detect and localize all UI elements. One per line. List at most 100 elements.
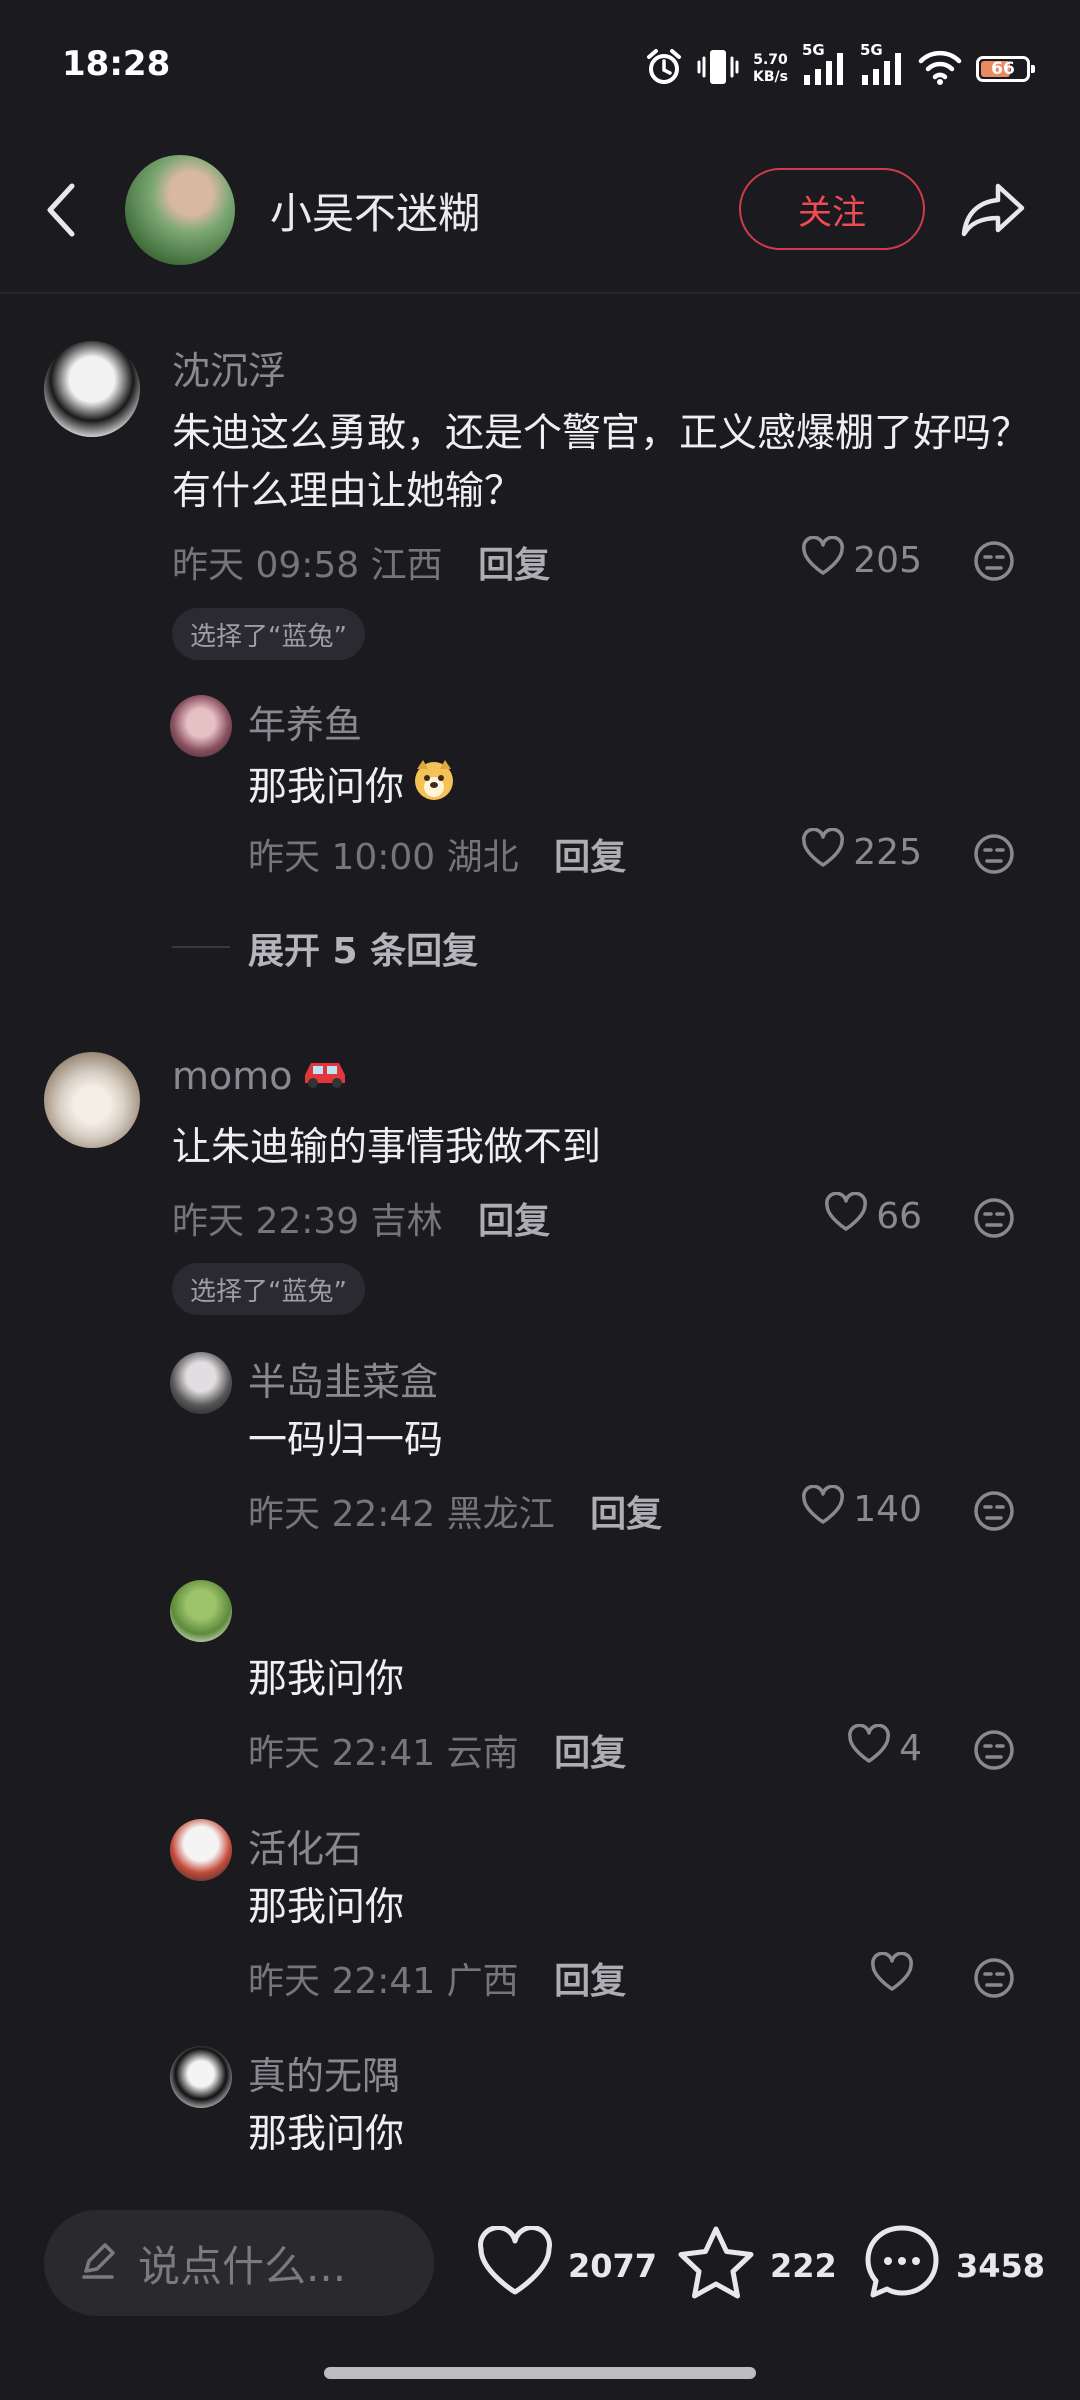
- reply-text[interactable]: 一码归一码: [248, 1412, 443, 1470]
- avatar[interactable]: [170, 695, 232, 757]
- share-icon[interactable]: [958, 174, 1028, 244]
- like-count: 4: [899, 1728, 922, 1769]
- reply-time: 昨天 22:41: [248, 1961, 436, 2002]
- star-icon: [676, 2224, 756, 2308]
- heart-icon: [801, 827, 845, 877]
- net-speed: 5.70 KB/s: [753, 52, 788, 86]
- comment-author[interactable]: 沈沉浮: [172, 340, 286, 395]
- avatar[interactable]: [170, 1819, 232, 1881]
- reply-author[interactable]: 活化石: [248, 1818, 362, 1873]
- reply-location: 湖北: [446, 837, 519, 878]
- battery-level: 66: [991, 59, 1015, 79]
- reply-button[interactable]: 回复: [554, 1733, 626, 1774]
- heart-icon: [847, 1723, 891, 1773]
- avatar[interactable]: [170, 1352, 232, 1414]
- battery-icon: 66: [976, 56, 1035, 82]
- reply-text-content: 那我问你: [248, 764, 405, 810]
- reply-text[interactable]: 那我问你: [248, 1879, 404, 1937]
- dislike-icon[interactable]: [973, 833, 1015, 879]
- dislike-icon[interactable]: [973, 1729, 1015, 1775]
- reply-button[interactable]: 回复: [554, 1961, 626, 2002]
- comment-meta: 昨天 22:39 吉林 回复: [172, 1192, 550, 1244]
- reply-text[interactable]: 那我问你: [248, 1651, 404, 1709]
- expand-replies-button[interactable]: 展开 5 条回复: [248, 922, 478, 974]
- dislike-icon[interactable]: [973, 1957, 1015, 2003]
- reply-location: 云南: [446, 1733, 519, 1774]
- avatar[interactable]: [170, 1580, 232, 1642]
- reply-button[interactable]: 回复: [554, 837, 626, 878]
- comment-text[interactable]: 朱迪这么勇敢，还是个警官，正义感爆棚了好吗？有什么理由让她输？: [172, 405, 1032, 521]
- comment-time: 昨天 22:39: [172, 1201, 360, 1242]
- pencil-icon: [78, 2241, 118, 2285]
- comment-location: 吉林: [370, 1201, 443, 1242]
- reply-button[interactable]: 回复: [478, 545, 550, 586]
- reply-button[interactable]: 回复: [590, 1494, 662, 1535]
- comment-author-label: momo: [172, 1054, 293, 1098]
- comment-input-placeholder: 说点什么...: [138, 2241, 347, 2291]
- dog-emoji-icon: [410, 755, 458, 820]
- heart-icon: [801, 535, 845, 585]
- comment-time: 昨天 09:58: [172, 545, 360, 586]
- author-avatar[interactable]: [125, 155, 235, 265]
- home-indicator[interactable]: [324, 2367, 756, 2379]
- sim2-label: 5G: [860, 41, 883, 59]
- reply-location: 广西: [446, 1961, 519, 2002]
- comment-location: 江西: [370, 545, 443, 586]
- dislike-icon[interactable]: [973, 1197, 1015, 1243]
- status-icons: 5.70 KB/s 5G 5G 66: [645, 41, 1035, 94]
- heart-icon: [801, 1484, 845, 1534]
- comments-button[interactable]: 3458: [862, 2222, 1045, 2310]
- signal-icon: 5G: [802, 41, 846, 91]
- reply-time: 昨天 22:42: [248, 1494, 436, 1535]
- reply-meta: 昨天 22:42 黑龙江 回复: [248, 1485, 662, 1537]
- reply-text[interactable]: 那我问你: [248, 2106, 404, 2164]
- avatar[interactable]: [44, 1052, 140, 1148]
- reply-meta: 昨天 22:41 广西 回复: [248, 1952, 626, 2004]
- comment-input[interactable]: 说点什么...: [44, 2210, 434, 2316]
- reply-time: 昨天 10:00: [248, 837, 436, 878]
- reply-meta: 昨天 22:41 云南 回复: [248, 1724, 626, 1776]
- like-post-button[interactable]: 2077: [476, 2225, 657, 2306]
- back-icon[interactable]: [38, 178, 86, 242]
- reply-author[interactable]: 半岛韭菜盒: [248, 1351, 438, 1406]
- heart-icon: [870, 1951, 914, 2001]
- like-count: 225: [853, 832, 922, 873]
- avatar[interactable]: [170, 2046, 232, 2108]
- like-button[interactable]: [870, 1951, 922, 2001]
- reply-author[interactable]: 年养鱼: [248, 694, 362, 749]
- net-speed-unit: KB/s: [753, 69, 788, 85]
- reply-time: 昨天 22:41: [248, 1733, 436, 1774]
- reply-meta: 昨天 10:00 湖北 回复: [248, 828, 626, 880]
- dislike-icon[interactable]: [973, 540, 1015, 586]
- like-button[interactable]: 205: [801, 535, 922, 585]
- favorite-button[interactable]: 222: [676, 2224, 837, 2308]
- heart-icon: [824, 1191, 868, 1241]
- like-count: 66: [876, 1196, 922, 1237]
- reply-text[interactable]: 那我问你: [248, 755, 458, 820]
- dislike-icon[interactable]: [973, 1490, 1015, 1536]
- comment-count: 3458: [956, 2247, 1046, 2285]
- reply-author[interactable]: 真的无隅: [248, 2045, 400, 2100]
- reply-location: 黑龙江: [446, 1494, 555, 1535]
- comment-bubble-icon: [862, 2222, 942, 2310]
- heart-icon: [476, 2225, 554, 2306]
- comment-author[interactable]: momo: [172, 1054, 351, 1098]
- like-button[interactable]: 140: [801, 1484, 922, 1534]
- alarm-icon: [645, 48, 683, 90]
- like-button[interactable]: 225: [801, 827, 922, 877]
- like-count: 205: [853, 540, 922, 581]
- vibrate-icon: [697, 48, 739, 90]
- like-button[interactable]: 66: [824, 1191, 922, 1241]
- follow-button[interactable]: 关注: [739, 168, 925, 250]
- signal-icon: 5G: [860, 41, 904, 91]
- author-name[interactable]: 小吴不迷糊: [270, 180, 480, 241]
- car-emoji-icon: [299, 1054, 351, 1098]
- like-button[interactable]: 4: [847, 1723, 922, 1773]
- comment-text[interactable]: 让朱迪输的事情我做不到: [172, 1119, 1032, 1177]
- comment-meta: 昨天 09:58 江西 回复: [172, 536, 550, 588]
- sim1-label: 5G: [802, 41, 825, 59]
- choice-chip: 选择了“蓝兔”: [172, 1263, 365, 1315]
- reply-button[interactable]: 回复: [478, 1201, 550, 1242]
- wifi-icon: [918, 48, 962, 90]
- avatar[interactable]: [44, 341, 140, 437]
